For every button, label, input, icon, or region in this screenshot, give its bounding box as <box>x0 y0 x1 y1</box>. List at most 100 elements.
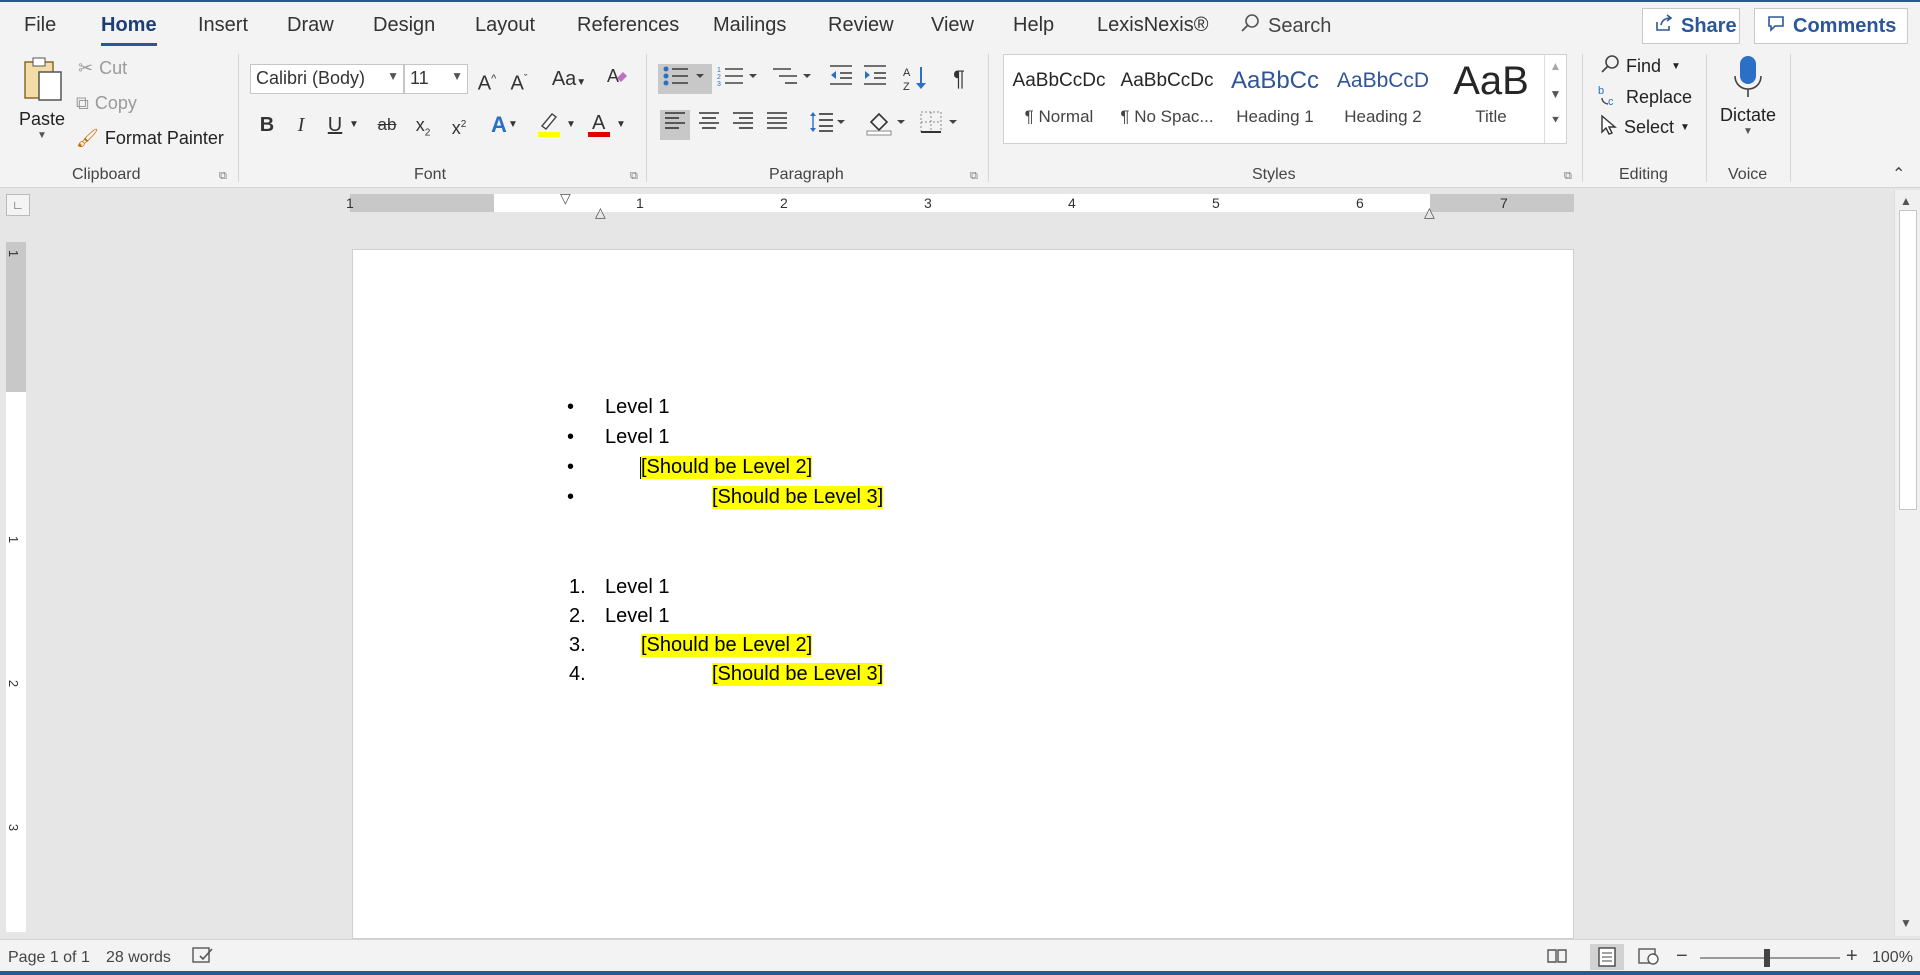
collapse-ribbon-icon[interactable]: ⌃ <box>1892 164 1905 184</box>
font-name-combo[interactable]: Calibri (Body) ▼ <box>250 64 404 94</box>
select-button[interactable]: Select ▼ <box>1600 114 1690 141</box>
align-center-icon[interactable] <box>694 110 724 140</box>
tab-home[interactable]: Home <box>101 14 157 46</box>
paragraph-launcher-icon[interactable]: ⧉ <box>970 170 978 183</box>
dictate-button[interactable]: Dictate ▼ <box>1716 54 1780 158</box>
replace-button[interactable]: bc Replace <box>1598 84 1692 111</box>
web-layout-icon[interactable] <box>1638 947 1660 970</box>
print-layout-icon[interactable] <box>1590 944 1624 970</box>
clipboard-launcher-icon[interactable]: ⧉ <box>219 170 227 183</box>
style-heading-2[interactable]: AaBbCcD Heading 2 <box>1328 61 1438 139</box>
grow-font-icon[interactable]: A^ <box>472 64 502 95</box>
paste-dropdown-icon[interactable]: ▼ <box>14 130 70 141</box>
zoom-slider-track[interactable] <box>1700 957 1840 959</box>
group-divider <box>1582 54 1583 182</box>
scroll-up-arrow-icon[interactable]: ▲ <box>1900 194 1912 208</box>
tab-layout[interactable]: Layout <box>475 14 535 37</box>
format-painter-button[interactable]: 🖌 Format Painter <box>76 128 224 149</box>
search-box[interactable]: Search <box>1240 13 1331 39</box>
tab-design[interactable]: Design <box>373 14 435 37</box>
find-button[interactable]: Find ▼ <box>1600 54 1681 79</box>
multilevel-list-button[interactable] <box>770 64 816 94</box>
shrink-font-icon[interactable]: Aˇ <box>504 64 534 95</box>
borders-button[interactable] <box>918 110 964 140</box>
style-heading-1[interactable]: AaBbCc Heading 1 <box>1220 61 1330 139</box>
font-color-dropdown-icon[interactable]: ▼ <box>614 110 628 140</box>
numbering-button[interactable]: 123 <box>716 64 762 94</box>
tab-references[interactable]: References <box>577 14 679 37</box>
show-formatting-marks-icon[interactable]: ¶ <box>944 64 974 94</box>
italic-icon[interactable]: I <box>286 110 316 140</box>
style-normal[interactable]: AaBbCcDc ¶ Normal <box>1004 61 1114 139</box>
shading-button[interactable] <box>864 110 910 140</box>
styles-launcher-icon[interactable]: ⧉ <box>1564 170 1572 183</box>
clear-formatting-icon[interactable]: A <box>602 64 632 94</box>
strikethrough-icon[interactable]: ab <box>372 110 402 140</box>
zoom-out-icon[interactable]: − <box>1676 945 1688 968</box>
bullets-button[interactable] <box>658 64 712 94</box>
justify-icon[interactable] <box>762 110 792 140</box>
list-item-text[interactable]: Level 1 <box>605 396 670 419</box>
tab-mailings[interactable]: Mailings <box>713 14 786 37</box>
tab-selector-icon[interactable]: ∟ <box>6 194 30 216</box>
tab-insert[interactable]: Insert <box>198 14 248 37</box>
style-title[interactable]: AaB Title <box>1436 61 1546 139</box>
highlight-icon[interactable] <box>534 110 564 140</box>
zoom-level[interactable]: 100% <box>1872 949 1913 967</box>
list-item-text-highlighted[interactable]: [Should be Level 2] <box>641 456 813 479</box>
subscript-icon[interactable]: x2 <box>408 110 438 140</box>
font-color-icon[interactable]: A <box>584 110 614 140</box>
decrease-indent-icon[interactable] <box>826 64 856 94</box>
scroll-up-icon[interactable]: ▲ <box>1545 59 1566 73</box>
document-page[interactable]: • Level 1 • Level 1 • [Should be Level 2… <box>352 249 1574 939</box>
sort-icon[interactable]: AZ <box>900 64 930 94</box>
comments-button[interactable]: Comments <box>1754 8 1908 44</box>
proofing-icon[interactable] <box>192 947 214 970</box>
hanging-indent-marker-icon[interactable]: △ <box>595 204 606 221</box>
underline-dropdown-icon[interactable]: ▼ <box>346 110 362 140</box>
tab-draw[interactable]: Draw <box>287 14 334 37</box>
paste-button[interactable]: Paste ▼ <box>14 54 70 154</box>
dictate-dropdown-icon[interactable]: ▼ <box>1716 126 1780 137</box>
cut-button[interactable]: ✂ Cut <box>78 58 127 79</box>
scrollbar-thumb[interactable] <box>1899 210 1917 510</box>
font-size-combo[interactable]: 11 ▼ <box>404 64 468 94</box>
list-item-text-highlighted[interactable]: [Should be Level 3] <box>712 486 884 509</box>
font-launcher-icon[interactable]: ⧉ <box>630 170 638 183</box>
list-item-text[interactable]: Level 1 <box>605 426 670 449</box>
tab-review[interactable]: Review <box>828 14 894 37</box>
word-count[interactable]: 28 words <box>106 949 171 967</box>
style-no-spacing[interactable]: AaBbCcDc ¶ No Spac... <box>1112 61 1222 139</box>
align-right-icon[interactable] <box>728 110 758 140</box>
increase-indent-icon[interactable] <box>860 64 890 94</box>
list-item-text-highlighted[interactable]: [Should be Level 3] <box>712 663 884 686</box>
superscript-icon[interactable]: x2 <box>444 110 474 140</box>
bold-icon[interactable]: B <box>252 110 282 140</box>
find-icon <box>1600 54 1620 79</box>
list-item-text[interactable]: Level 1 <box>605 576 670 599</box>
copy-button[interactable]: ⧉ Copy <box>76 93 137 114</box>
text-effects-dropdown-icon[interactable]: ▼ <box>506 110 520 140</box>
tab-lexisnexis[interactable]: LexisNexis® <box>1097 14 1208 37</box>
more-styles-icon[interactable]: ⯆ <box>1545 113 1566 128</box>
styles-scroll[interactable]: ▲ ▼ ⯆ <box>1544 55 1566 143</box>
tab-file[interactable]: File <box>24 14 56 37</box>
tab-help[interactable]: Help <box>1013 14 1054 37</box>
change-case-button[interactable]: Aa▼ <box>548 64 590 94</box>
align-left-icon[interactable] <box>660 110 690 140</box>
list-item-text-highlighted[interactable]: [Should be Level 2] <box>641 634 813 657</box>
scroll-down-icon[interactable]: ▼ <box>1545 87 1566 101</box>
zoom-in-icon[interactable]: + <box>1846 945 1858 968</box>
first-line-indent-marker-icon[interactable]: ▽ <box>560 190 571 207</box>
list-item-text[interactable]: Level 1 <box>605 605 670 628</box>
zoom-slider-thumb[interactable] <box>1764 949 1770 967</box>
vertical-scrollbar[interactable]: ▲ ▼ <box>1894 190 1920 936</box>
read-mode-icon[interactable] <box>1546 947 1568 970</box>
tab-view[interactable]: View <box>931 14 974 37</box>
scroll-down-arrow-icon[interactable]: ▼ <box>1900 916 1912 930</box>
line-spacing-button[interactable] <box>808 110 848 140</box>
share-button[interactable]: Share <box>1642 8 1740 44</box>
page-count[interactable]: Page 1 of 1 <box>8 949 90 967</box>
right-indent-marker-icon[interactable]: △ <box>1424 204 1435 221</box>
highlight-dropdown-icon[interactable]: ▼ <box>564 110 578 140</box>
